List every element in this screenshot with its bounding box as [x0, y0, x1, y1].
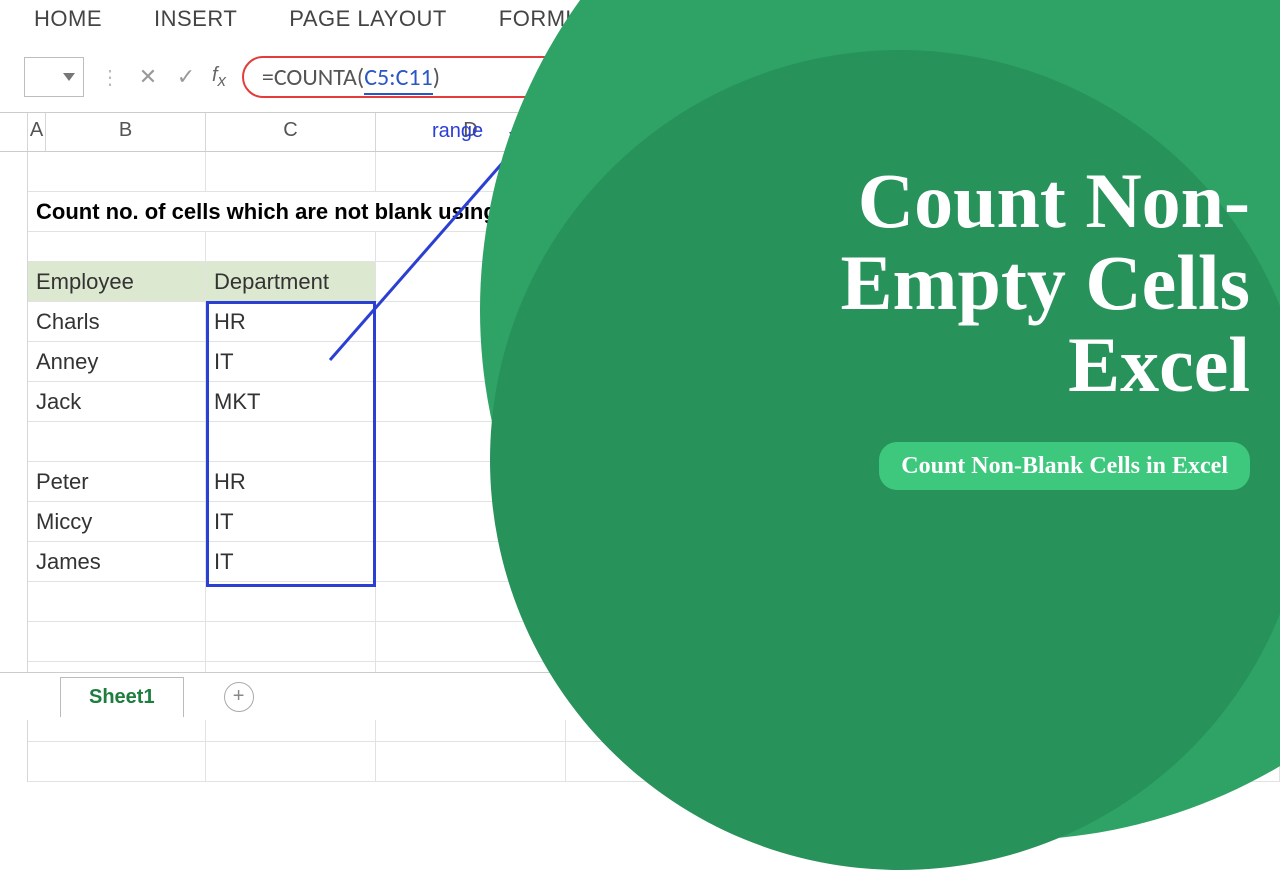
overlay-text: Count Non- Empty Cells Excel Count Non-B…	[650, 160, 1250, 490]
new-sheet-button[interactable]: +	[224, 682, 254, 712]
th-employee: Employee	[28, 262, 206, 302]
col-B[interactable]: B	[46, 113, 206, 151]
col-A[interactable]: A	[28, 113, 46, 151]
col-C[interactable]: C	[206, 113, 376, 151]
cancel-icon[interactable]: ✕	[134, 64, 162, 90]
divider-dots: ⋮	[94, 65, 124, 90]
enter-icon[interactable]: ✓	[172, 64, 200, 90]
sheet-tab[interactable]: Sheet1	[60, 677, 184, 717]
fx-icon[interactable]: fx	[210, 64, 232, 91]
name-box[interactable]	[24, 57, 84, 97]
tab-insert[interactable]: INSERT	[154, 6, 237, 32]
range-annotation: range	[432, 120, 483, 143]
formula-text: =COUNTA(C5:C11)	[262, 63, 440, 92]
tab-pagelayout[interactable]: PAGE LAYOUT	[289, 6, 447, 32]
overlay-badge: Count Non-Blank Cells in Excel	[879, 442, 1250, 491]
chevron-down-icon	[63, 73, 75, 81]
tab-home[interactable]: HOME	[34, 6, 102, 32]
overlay-title: Count Non- Empty Cells Excel	[650, 160, 1250, 406]
th-department: Department	[206, 262, 376, 302]
